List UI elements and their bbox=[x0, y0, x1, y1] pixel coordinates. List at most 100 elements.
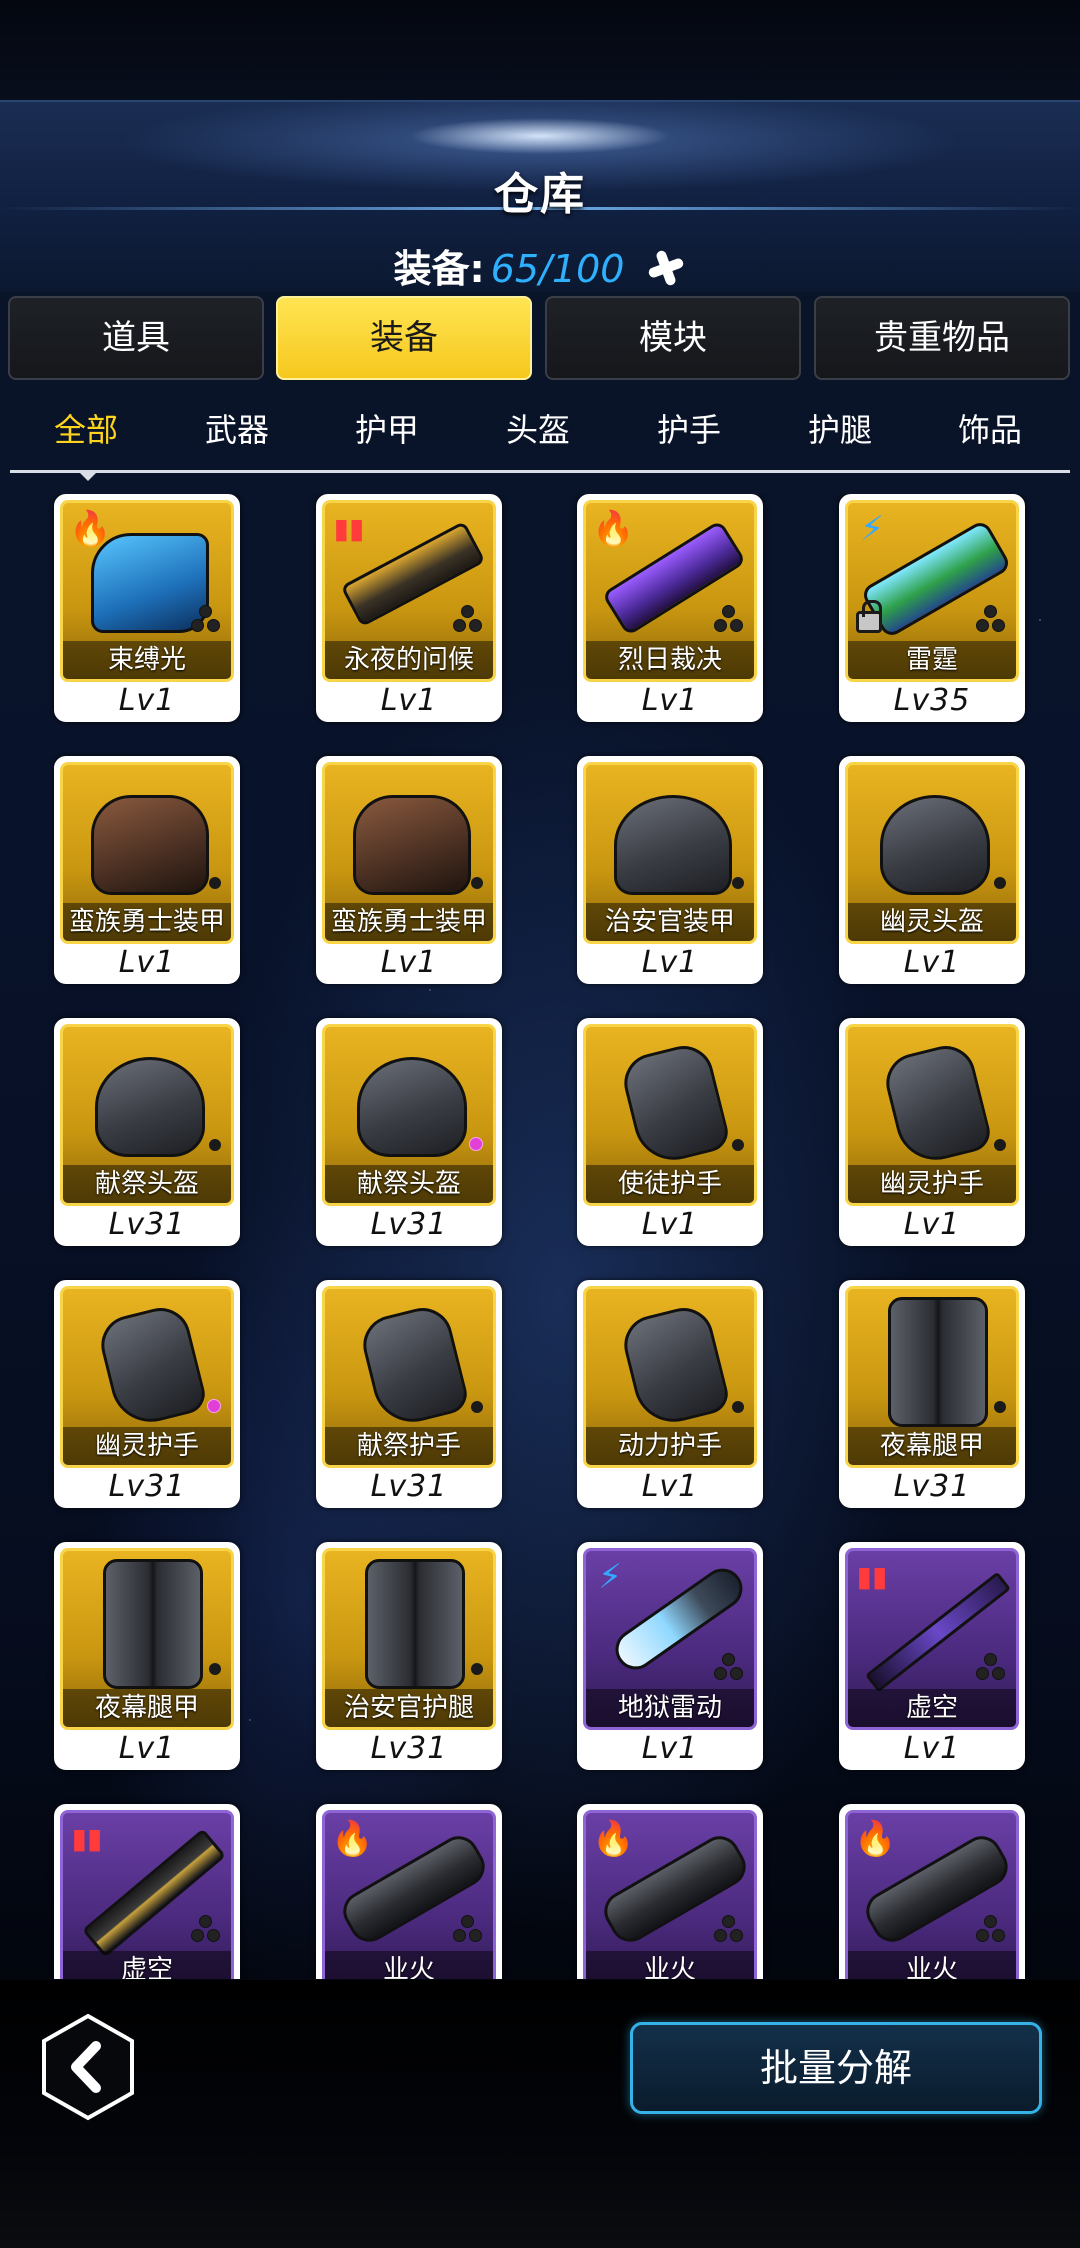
equipment-name: 虚空 bbox=[848, 1689, 1016, 1727]
equipment-card[interactable]: 幽灵头盔 Lv1 bbox=[839, 756, 1025, 984]
equipment-level: Lv31 bbox=[370, 1731, 448, 1766]
ammo-icon: ▮▮ bbox=[71, 1822, 103, 1855]
equipment-art: 夜幕腿甲 bbox=[845, 1286, 1019, 1468]
equipment-level: Lv31 bbox=[108, 1469, 186, 1504]
equipment-level: Lv1 bbox=[380, 945, 438, 980]
socket-slots-icon bbox=[449, 1915, 485, 1945]
equipment-card[interactable]: 使徒护手 Lv1 bbox=[577, 1018, 763, 1246]
subtab-legs[interactable]: 护腿 bbox=[770, 392, 910, 472]
equipment-card[interactable]: 🔥 业火 bbox=[577, 1804, 763, 1979]
equipment-name: 献祭护手 bbox=[325, 1427, 493, 1465]
socket-slots-icon bbox=[187, 605, 223, 635]
equipment-name: 虚空 bbox=[63, 1951, 231, 1979]
ammo-icon: ▮▮ bbox=[333, 512, 365, 545]
equipment-level: Lv31 bbox=[893, 1469, 971, 1504]
socket-dot-icon bbox=[994, 1139, 1006, 1151]
expand-capacity-icon[interactable] bbox=[641, 242, 692, 293]
armor-image bbox=[353, 795, 471, 895]
capacity-indicator: 装备: 65/100 bbox=[0, 238, 1080, 293]
equipment-art: ⚡ 雷霆 bbox=[845, 500, 1019, 682]
equipment-card[interactable]: 献祭头盔 Lv31 bbox=[54, 1018, 240, 1246]
page-title: 仓库 bbox=[494, 169, 586, 220]
subtab-all[interactable]: 全部 bbox=[16, 392, 156, 472]
equipment-card[interactable]: 动力护手 Lv1 bbox=[577, 1280, 763, 1508]
equipment-level: Lv1 bbox=[641, 683, 699, 718]
tab-valuables[interactable]: 贵重物品 bbox=[814, 296, 1070, 380]
equipment-art: 🔥 业火 bbox=[322, 1810, 496, 1979]
equipment-name: 献祭头盔 bbox=[325, 1165, 493, 1203]
tab-modules[interactable]: 模块 bbox=[545, 296, 801, 380]
batch-disassemble-button[interactable]: 批量分解 bbox=[630, 2022, 1042, 2114]
equipment-card[interactable]: ▮▮ 永夜的问候 Lv1 bbox=[316, 494, 502, 722]
subtab-gloves[interactable]: 护手 bbox=[619, 392, 759, 472]
equipment-art: 献祭护手 bbox=[322, 1286, 496, 1468]
equipment-card[interactable]: 蛮族勇士装甲 Lv1 bbox=[316, 756, 502, 984]
equipment-name: 献祭头盔 bbox=[63, 1165, 231, 1203]
equipment-name: 幽灵头盔 bbox=[848, 903, 1016, 941]
equipment-card[interactable]: 治安官护腿 Lv31 bbox=[316, 1542, 502, 1770]
tab-equipment[interactable]: 装备 bbox=[276, 296, 532, 380]
header-banner: 仓库 装备: 65/100 bbox=[0, 100, 1080, 292]
equipment-art: 治安官护腿 bbox=[322, 1548, 496, 1730]
subtab-weapons[interactable]: 武器 bbox=[167, 392, 307, 472]
equipment-card[interactable]: ▮▮ 虚空 bbox=[54, 1804, 240, 1979]
helmet-image bbox=[357, 1057, 467, 1157]
equipment-art: 🔥 业火 bbox=[845, 1810, 1019, 1979]
equipment-art: 幽灵护手 bbox=[845, 1024, 1019, 1206]
subtab-armor[interactable]: 护甲 bbox=[317, 392, 457, 472]
equipment-card[interactable]: ⚡ 地狱雷动 Lv1 bbox=[577, 1542, 763, 1770]
fire-icon: 🔥 bbox=[854, 1819, 897, 1859]
equipment-card[interactable]: 治安官装甲 Lv1 bbox=[577, 756, 763, 984]
armor-image bbox=[91, 795, 209, 895]
equipment-level: Lv1 bbox=[118, 945, 176, 980]
equipment-level: Lv1 bbox=[641, 945, 699, 980]
main-tabs: 道具 装备 模块 贵重物品 bbox=[8, 296, 1072, 380]
subtab-helmets[interactable]: 头盔 bbox=[468, 392, 608, 472]
equipment-card[interactable]: 夜幕腿甲 Lv1 bbox=[54, 1542, 240, 1770]
equipment-art: ▮▮ 虚空 bbox=[845, 1548, 1019, 1730]
equipment-card[interactable]: ▮▮ 虚空 Lv1 bbox=[839, 1542, 1025, 1770]
socket-dot-icon bbox=[209, 1663, 221, 1675]
ammo-icon: ▮▮ bbox=[856, 1560, 888, 1593]
capacity-value: 65/100 bbox=[490, 247, 625, 291]
equipment-name: 夜幕腿甲 bbox=[848, 1427, 1016, 1465]
tab-items[interactable]: 道具 bbox=[8, 296, 264, 380]
equipment-grid[interactable]: 🔥 束缚光 Lv1 ▮▮ 永夜的问候 Lv1 🔥 烈日裁决 Lv1 ⚡ 雷霆 Lv35 蛮族勇士装甲 Lv… bbox=[0, 494, 1080, 1979]
subtab-accessories[interactable]: 饰品 bbox=[920, 392, 1060, 472]
equipment-art: ⚡ 地狱雷动 bbox=[583, 1548, 757, 1730]
warehouse-screen: 仓库 装备: 65/100 道具 装备 模块 贵重物品 全部 武器 护甲 头盔 护… bbox=[0, 0, 1080, 2248]
equipment-name: 夜幕腿甲 bbox=[63, 1689, 231, 1727]
equipment-name: 烈日裁决 bbox=[586, 641, 754, 679]
equipment-card[interactable]: 献祭头盔 Lv31 bbox=[316, 1018, 502, 1246]
category-divider bbox=[10, 470, 1070, 473]
equipment-card[interactable]: 蛮族勇士装甲 Lv1 bbox=[54, 756, 240, 984]
equipment-card[interactable]: 献祭护手 Lv31 bbox=[316, 1280, 502, 1508]
equipment-card[interactable]: 幽灵护手 Lv1 bbox=[839, 1018, 1025, 1246]
equipment-level: Lv1 bbox=[641, 1469, 699, 1504]
bolt-icon: ⚡ bbox=[860, 509, 884, 549]
socket-dot-icon bbox=[209, 877, 221, 889]
equipment-card[interactable]: 🔥 业火 bbox=[316, 1804, 502, 1979]
equipment-card[interactable]: 🔥 烈日裁决 Lv1 bbox=[577, 494, 763, 722]
back-button[interactable] bbox=[38, 2012, 138, 2122]
equipment-name: 治安官护腿 bbox=[325, 1689, 493, 1727]
socket-slots-icon bbox=[972, 1653, 1008, 1683]
equipment-name: 束缚光 bbox=[63, 641, 231, 679]
equipment-card[interactable]: 夜幕腿甲 Lv31 bbox=[839, 1280, 1025, 1508]
socket-dot-icon bbox=[732, 1139, 744, 1151]
equipment-card[interactable]: 🔥 业火 bbox=[839, 1804, 1025, 1979]
equipment-art: 动力护手 bbox=[583, 1286, 757, 1468]
equipment-level: Lv1 bbox=[118, 683, 176, 718]
socket-dot-icon bbox=[732, 1401, 744, 1413]
equipment-art: 献祭头盔 bbox=[322, 1024, 496, 1206]
equipment-level: Lv1 bbox=[903, 945, 961, 980]
equipment-art: 治安官装甲 bbox=[583, 762, 757, 944]
equipment-art: ▮▮ 永夜的问候 bbox=[322, 500, 496, 682]
socket-dot-icon bbox=[209, 1139, 221, 1151]
equipment-card[interactable]: ⚡ 雷霆 Lv35 bbox=[839, 494, 1025, 722]
equipment-art: 幽灵头盔 bbox=[845, 762, 1019, 944]
equipment-level: Lv1 bbox=[641, 1731, 699, 1766]
equipment-card[interactable]: 🔥 束缚光 Lv1 bbox=[54, 494, 240, 722]
equipment-name: 业火 bbox=[586, 1951, 754, 1979]
equipment-card[interactable]: 幽灵护手 Lv31 bbox=[54, 1280, 240, 1508]
